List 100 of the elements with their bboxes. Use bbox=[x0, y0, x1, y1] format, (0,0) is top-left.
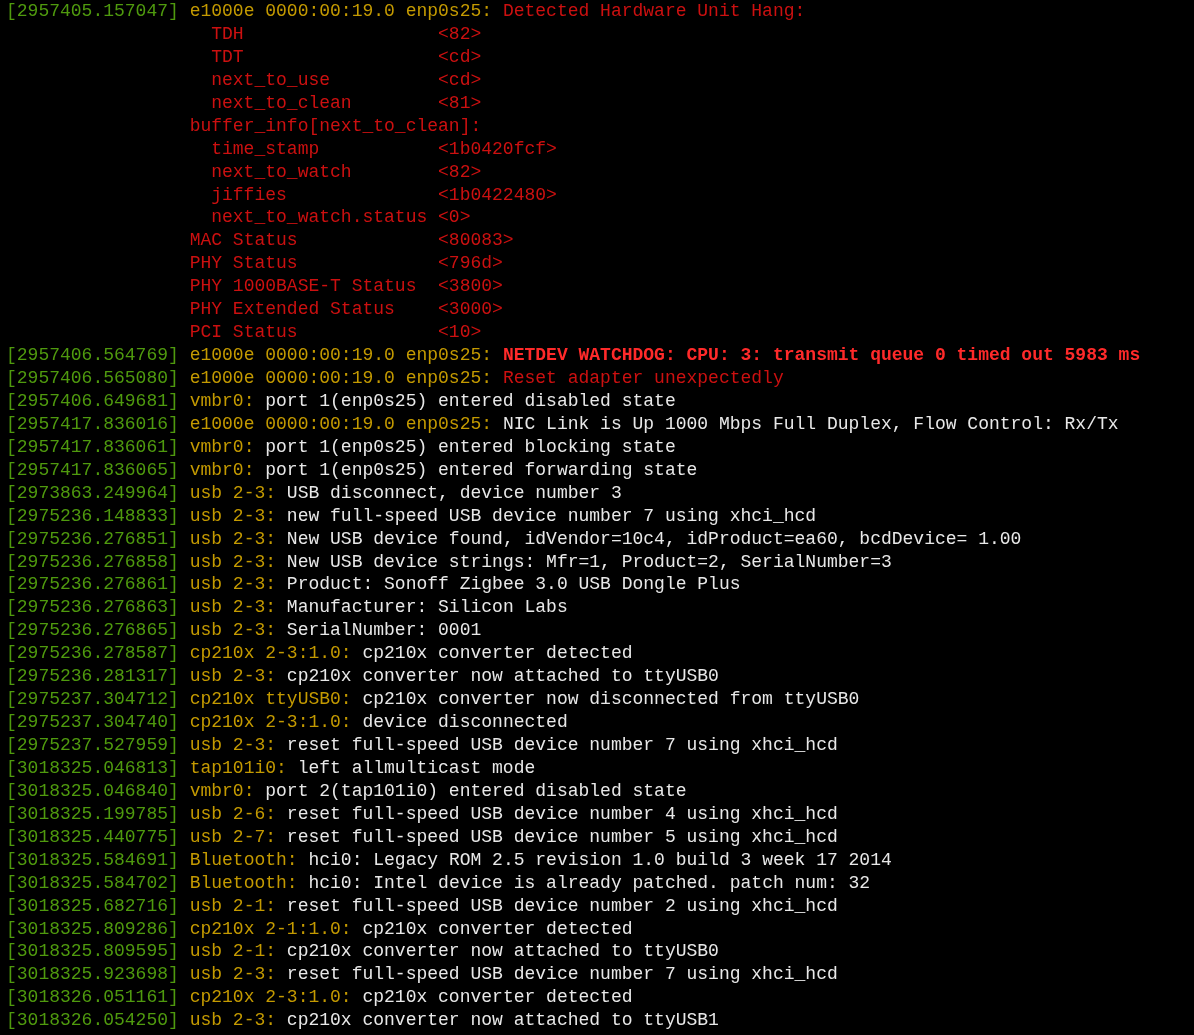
log-source: usb 2-3: bbox=[189, 963, 277, 987]
detail-value: <cd> bbox=[438, 45, 482, 69]
log-source: e1000e 0000:00:19.0 enp0s25: bbox=[189, 344, 493, 367]
detail-label: PHY 1000BASE-T Status bbox=[189, 276, 417, 297]
log-source: usb 2-1: bbox=[189, 894, 277, 918]
detail-value: <3000> bbox=[438, 298, 503, 322]
log-message: SerialNumber: 0001 bbox=[286, 619, 482, 643]
log-message: reset full-speed USB device number 2 using xhci_hcd bbox=[286, 894, 838, 918]
log-source: tap101i0: bbox=[189, 756, 287, 780]
detail-label: next_to_use bbox=[211, 69, 331, 90]
log-message: new full-speed USB device number 7 using xhci_hcd bbox=[286, 504, 817, 528]
log-timestamp: [2957417.836016] bbox=[6, 412, 179, 436]
log-timestamp: [3018325.440775] bbox=[6, 825, 179, 849]
detail-value: <3800> bbox=[438, 275, 503, 299]
log-timestamp: [2975236.148833] bbox=[6, 504, 179, 528]
log-source: e1000e 0000:00:19.0 enp0s25: bbox=[189, 0, 493, 23]
detail-value: <80083> bbox=[438, 229, 514, 253]
log-timestamp: [2957406.564769] bbox=[6, 344, 179, 367]
log-message: hci0: Intel device is already patched. patch num: 32 bbox=[308, 871, 871, 895]
log-message: cp210x converter now attached to ttyUSB0 bbox=[286, 940, 719, 964]
log-message: hci0: Legacy ROM 2.5 revision 1.0 build 3 week 17 2014 bbox=[308, 848, 892, 872]
log-message: cp210x converter now attached to ttyUSB0 bbox=[286, 665, 719, 689]
detail-label: MAC Status bbox=[189, 230, 298, 251]
log-timestamp: [2975236.278587] bbox=[6, 642, 179, 666]
detail-label: TDH bbox=[211, 23, 244, 44]
log-timestamp: [2957406.649681] bbox=[6, 389, 179, 413]
log-timestamp: [2975236.276851] bbox=[6, 527, 179, 551]
log-message: port 1(enp0s25) entered blocking state bbox=[265, 435, 676, 459]
log-source: e1000e 0000:00:19.0 enp0s25: bbox=[189, 367, 493, 390]
log-source: usb 2-3: bbox=[189, 573, 277, 597]
log-timestamp: [3018325.584691] bbox=[6, 848, 179, 872]
log-timestamp: [3018325.809595] bbox=[6, 940, 179, 964]
log-timestamp: [2957405.157047] bbox=[6, 0, 179, 23]
detail-value: <10> bbox=[438, 321, 482, 345]
log-timestamp: [2975236.276858] bbox=[6, 550, 179, 574]
detail-label: time_stamp bbox=[211, 138, 320, 159]
log-source: usb 2-3: bbox=[189, 481, 277, 505]
log-message: Detected Hardware Unit Hang: bbox=[502, 0, 806, 23]
log-timestamp: [2973863.249964] bbox=[6, 481, 179, 505]
log-message: cp210x converter detected bbox=[362, 642, 633, 666]
log-timestamp: [3018325.584702] bbox=[6, 871, 179, 895]
detail-value: <cd> bbox=[438, 68, 482, 92]
log-timestamp: [2975237.304740] bbox=[6, 711, 179, 734]
detail-value: <1b0420fcf> bbox=[438, 137, 557, 161]
detail-label: PCI Status bbox=[189, 322, 298, 343]
detail-label: next_to_watch bbox=[211, 161, 352, 182]
log-source: usb 2-3: bbox=[189, 1009, 277, 1033]
detail-value: <0> bbox=[438, 206, 471, 230]
log-source: cp210x 2-3:1.0: bbox=[189, 986, 352, 1010]
log-source: usb 2-7: bbox=[189, 825, 277, 849]
log-source: usb 2-3: bbox=[189, 619, 277, 643]
log-message: reset full-speed USB device number 7 using xhci_hcd bbox=[286, 734, 838, 757]
log-source: usb 2-3: bbox=[189, 527, 277, 551]
log-source: usb 2-3: bbox=[189, 665, 277, 689]
log-timestamp: [3018326.051161] bbox=[6, 986, 179, 1010]
log-timestamp: [2957417.836065] bbox=[6, 458, 179, 482]
detail-value: <81> bbox=[438, 91, 482, 115]
log-source: cp210x 2-3:1.0: bbox=[189, 642, 352, 666]
log-timestamp: [2975237.527959] bbox=[6, 734, 179, 757]
log-timestamp: [2975236.276865] bbox=[6, 619, 179, 643]
detail-label: PHY Status bbox=[189, 253, 298, 274]
log-message: left allmulticast mode bbox=[297, 756, 536, 780]
log-message: Product: Sonoff Zigbee 3.0 USB Dongle Plus bbox=[286, 573, 741, 597]
log-message: reset full-speed USB device number 7 using xhci_hcd bbox=[286, 963, 838, 987]
log-source: usb 2-3: bbox=[189, 596, 277, 620]
log-source: usb 2-3: bbox=[189, 504, 277, 528]
log-message: NETDEV WATCHDOG: CPU: 3: transmit queue 0 timed out 5983 ms bbox=[502, 344, 1141, 367]
log-message: Manufacturer: Silicon Labs bbox=[286, 596, 568, 620]
log-timestamp: [3018325.923698] bbox=[6, 963, 179, 987]
detail-label: next_to_watch.status bbox=[211, 207, 428, 228]
log-message: port 1(enp0s25) entered forwarding state bbox=[265, 458, 698, 482]
log-timestamp: [2975237.304712] bbox=[6, 688, 179, 712]
log-message: reset full-speed USB device number 4 using xhci_hcd bbox=[286, 802, 838, 826]
log-message: cp210x converter detected bbox=[362, 917, 633, 941]
log-timestamp: [3018325.046813] bbox=[6, 756, 179, 780]
log-message: cp210x converter now attached to ttyUSB1 bbox=[286, 1009, 719, 1033]
log-timestamp: [2957406.565080] bbox=[6, 367, 179, 390]
log-source: e1000e 0000:00:19.0 enp0s25: bbox=[189, 412, 493, 436]
log-timestamp: [3018325.199785] bbox=[6, 802, 179, 826]
log-message: cp210x converter detected bbox=[362, 986, 633, 1010]
log-timestamp: [3018326.054250] bbox=[6, 1009, 179, 1033]
log-source: usb 2-3: bbox=[189, 734, 277, 757]
log-source: cp210x 2-3:1.0: bbox=[189, 711, 352, 734]
log-message: cp210x converter now disconnected from ttyUSB0 bbox=[362, 688, 860, 712]
detail-value: <1b0422480> bbox=[438, 183, 557, 207]
log-message: port 2(tap101i0) entered disabled state bbox=[265, 779, 687, 803]
log-message: New USB device found, idVendor=10c4, idProduct=ea60, bcdDevice= 1.00 bbox=[286, 527, 1022, 551]
log-source: Bluetooth: bbox=[189, 848, 298, 872]
detail-value: <796d> bbox=[438, 252, 503, 276]
log-timestamp: [3018325.046840] bbox=[6, 779, 179, 803]
log-timestamp: [2975236.281317] bbox=[6, 665, 179, 689]
log-source: vmbr0: bbox=[189, 389, 255, 413]
log-message: New USB device strings: Mfr=1, Product=2, SerialNumber=3 bbox=[286, 550, 892, 574]
detail-label: TDT bbox=[211, 46, 244, 67]
detail-value: <82> bbox=[438, 22, 482, 46]
detail-label: buffer_info[next_to_clean]: bbox=[189, 115, 482, 136]
log-timestamp: [3018325.682716] bbox=[6, 894, 179, 918]
log-message: NIC Link is Up 1000 Mbps Full Duplex, Flow Control: Rx/Tx bbox=[502, 412, 1119, 436]
log-source: cp210x 2-1:1.0: bbox=[189, 917, 352, 941]
log-source: usb 2-6: bbox=[189, 802, 277, 826]
